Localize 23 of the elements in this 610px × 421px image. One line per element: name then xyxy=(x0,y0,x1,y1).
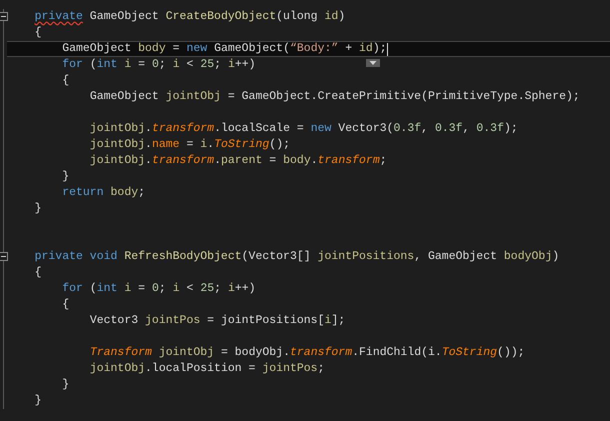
code-line: for (int i = 0; i < 25; i++) xyxy=(61,57,256,73)
code-line: for (int i = 0; i < 25; i++) xyxy=(61,281,256,297)
code-line: } xyxy=(34,201,42,217)
collapse-icon[interactable] xyxy=(0,252,8,261)
code-line: Vector3 jointPos = jointPositions[i]; xyxy=(88,313,346,329)
collapse-icon[interactable] xyxy=(0,12,8,21)
code-line: { xyxy=(61,73,70,89)
code-line: { xyxy=(34,25,42,41)
code-line: private void RefreshBodyObject(Vector3[] jointPositions, GameObject bodyObj) xyxy=(34,249,560,265)
code-line: private GameObject CreateBodyObject(ulong id) xyxy=(34,9,346,25)
code-line: jointObj.localPosition = jointPos; xyxy=(88,361,324,377)
code-line: } xyxy=(34,393,42,409)
text-caret xyxy=(386,42,388,56)
code-line: } xyxy=(61,377,70,393)
code-line: return body; xyxy=(61,185,146,201)
code-line: { xyxy=(61,297,70,313)
code-line: jointObj.transform.parent = body.transform; xyxy=(88,153,387,169)
code-line: } xyxy=(61,169,70,185)
code-line: { xyxy=(34,265,42,281)
code-line: GameObject jointObj = GameObject.CreatePrimitive(PrimitiveType.Sphere); xyxy=(88,89,580,105)
code-line: jointObj.name = i.ToString(); xyxy=(88,137,290,153)
code-line: jointObj.transform.localScale = new Vector3(0.3f, 0.3f, 0.3f); xyxy=(88,121,518,137)
code-line: Transform jointObj = bodyObj.transform.FindChild(i.ToString()); xyxy=(88,345,525,361)
